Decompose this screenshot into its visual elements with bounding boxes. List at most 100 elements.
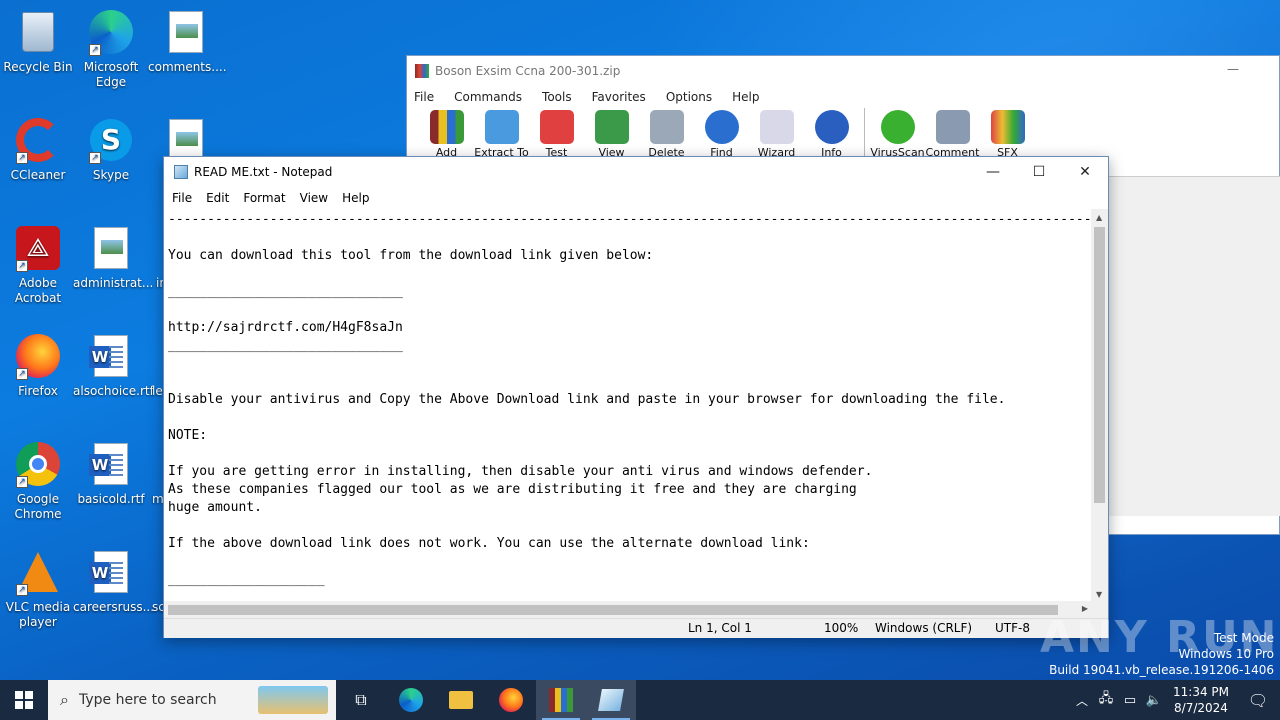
comment-icon (935, 110, 970, 144)
menu-help[interactable]: Help (342, 191, 369, 205)
desktop-icon-edge[interactable]: ↗ Microsoft Edge (73, 8, 149, 90)
desktop-icon-label: VLC media player (5, 600, 71, 629)
comment-button[interactable]: Comment (925, 108, 980, 159)
chrome-icon: ↗ (14, 440, 62, 488)
recycle-bin-icon (14, 8, 62, 56)
volume-icon[interactable]: 🔈 (1142, 693, 1166, 708)
menu-file[interactable]: File (414, 90, 434, 104)
taskbar-search-box[interactable]: ⌕ Type here to search (48, 680, 336, 720)
clock-time: 11:34 PM (1173, 685, 1229, 699)
search-placeholder: Type here to search (78, 692, 217, 708)
info-button[interactable]: Info (804, 108, 859, 159)
menu-commands[interactable]: Commands (454, 90, 522, 104)
winrar-file-panel (1107, 176, 1280, 516)
desktop-icon-ccleaner[interactable]: ↗ CCleaner (0, 116, 76, 183)
clock[interactable]: 11:34 PM 8/7/2024 (1166, 684, 1236, 716)
task-view-button[interactable]: ⧉ (336, 680, 386, 720)
scroll-down-icon[interactable]: ▼ (1096, 590, 1102, 599)
desktop-icon-firefox[interactable]: ↗ Firefox (0, 332, 76, 399)
desktop-icon-label: Firefox (18, 384, 58, 398)
test-mode-label: Test Mode (1213, 631, 1274, 645)
toolbar-separator (864, 108, 865, 158)
windows-edition-label: Windows 10 Pro (1178, 647, 1274, 661)
wizard-button[interactable]: Wizard (749, 108, 804, 159)
desktop-icon-label: Google Chrome (14, 492, 62, 521)
archive-add-icon (429, 110, 464, 144)
vertical-scrollbar[interactable]: ▲ ▼ (1091, 209, 1108, 601)
desktop-icon-skype[interactable]: S ↗ Skype (73, 116, 149, 183)
minimize-button[interactable]: — (970, 157, 1016, 187)
scroll-up-icon[interactable]: ▲ (1096, 213, 1102, 222)
menu-options[interactable]: Options (666, 90, 712, 104)
desktop-icon-label: careersruss... (73, 600, 155, 614)
ccleaner-icon: ↗ (14, 116, 62, 164)
window-controls: — ☐ ✕ (970, 157, 1108, 187)
build-label: Build 19041.vb_release.191206-1406 (1049, 663, 1274, 677)
network-icon[interactable]: 🖧 (1094, 689, 1118, 711)
desktop-icon-careersruss[interactable]: W careersruss... (73, 548, 155, 615)
add-button[interactable]: Add (419, 108, 474, 159)
notepad-title-bar[interactable]: READ ME.txt - Notepad (164, 157, 1108, 187)
search-highlight-icon (258, 686, 328, 714)
winrar-minimize-button[interactable]: — (1227, 62, 1239, 76)
find-button[interactable]: Find (694, 108, 749, 159)
taskbar-firefox[interactable] (486, 680, 536, 720)
winrar-toolbar: Add Extract To Test View Delete Find Wiz… (407, 108, 1279, 162)
desktop-icon-label: CCleaner (10, 168, 66, 182)
winrar-title-bar[interactable]: Boson Exsim Ccna 200-301.zip (407, 56, 1279, 86)
close-button[interactable]: ✕ (1062, 157, 1108, 187)
taskbar-winrar[interactable] (536, 680, 586, 720)
chevron-up-icon[interactable]: ︿ (1070, 692, 1094, 709)
notepad-text-area[interactable]: ----------------------------------------… (164, 209, 1092, 601)
horizontal-scrollbar[interactable]: ▶ (164, 601, 1092, 618)
windows-logo-icon (15, 691, 33, 709)
menu-help[interactable]: Help (732, 90, 759, 104)
menu-view[interactable]: View (300, 191, 328, 205)
taskbar-file-explorer[interactable] (436, 680, 486, 720)
menu-file[interactable]: File (172, 191, 192, 205)
notifications-icon[interactable]: 🗨 (1236, 691, 1280, 710)
delete-button[interactable]: Delete (639, 108, 694, 159)
desktop-icon-recycle-bin[interactable]: Recycle Bin (0, 8, 76, 75)
horizontal-scroll-thumb[interactable] (168, 605, 1058, 615)
menu-favorites[interactable]: Favorites (592, 90, 646, 104)
start-button[interactable] (0, 680, 48, 720)
menu-edit[interactable]: Edit (206, 191, 229, 205)
status-encoding: UTF-8 (995, 621, 1030, 635)
sfx-button[interactable]: SFX (980, 108, 1035, 159)
firefox-icon (499, 688, 523, 712)
vertical-scroll-thumb[interactable] (1094, 227, 1105, 503)
desktop-icon-vlc[interactable]: ↗ VLC media player (0, 548, 76, 630)
monitor-icon[interactable]: ▭ (1118, 693, 1142, 708)
acrobat-icon: ⟁ ↗ (14, 224, 62, 272)
notepad-content[interactable]: ----------------------------------------… (164, 209, 1092, 601)
image-file-icon (162, 8, 210, 56)
status-zoom: 100% (824, 621, 859, 635)
maximize-button[interactable]: ☐ (1016, 157, 1062, 187)
desktop-icon-comments[interactable]: comments.... (148, 8, 227, 75)
desktop-icon-label: Microsoft Edge (83, 60, 139, 89)
test-button[interactable]: Test (529, 108, 584, 159)
view-button[interactable]: View (584, 108, 639, 159)
status-line-ending: Windows (CRLF) (875, 621, 973, 635)
menu-format[interactable]: Format (243, 191, 285, 205)
taskbar-edge[interactable] (386, 680, 436, 720)
firefox-icon: ↗ (14, 332, 62, 380)
word-doc-icon: W (87, 440, 135, 488)
system-tray: ︿ 🖧 ▭ 🔈 11:34 PM 8/7/2024 🗨 (1070, 680, 1280, 720)
notepad-window[interactable]: READ ME.txt - Notepad — ☐ ✕ File Edit Fo… (163, 156, 1109, 638)
desktop-icon-basicold[interactable]: W basicold.rtf (73, 440, 149, 507)
folder-icon (484, 110, 519, 144)
virusscan-button[interactable]: VirusScan (870, 108, 925, 159)
desktop-icon-label: alsochoice.rtf (73, 384, 154, 398)
desktop-icon-administrat[interactable]: administrat... (73, 224, 153, 291)
menu-tools[interactable]: Tools (542, 90, 572, 104)
extract-to-button[interactable]: Extract To (474, 108, 529, 159)
desktop-icon-chrome[interactable]: ↗ Google Chrome (0, 440, 76, 522)
winrar-title: Boson Exsim Ccna 200-301.zip (435, 64, 621, 78)
desktop-icon-label: Skype (92, 168, 130, 182)
desktop-icon-adobe-acrobat[interactable]: ⟁ ↗ Adobe Acrobat (0, 224, 76, 306)
desktop-icon-alsochoice[interactable]: W alsochoice.rtf (73, 332, 154, 399)
desktop-icon-label: comments.... (148, 60, 227, 74)
taskbar-notepad[interactable] (586, 680, 636, 720)
